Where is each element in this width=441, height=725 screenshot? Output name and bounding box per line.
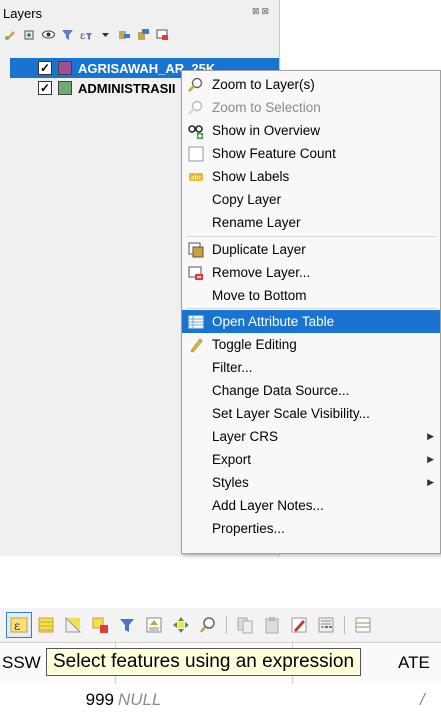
svg-text:ε: ε [80, 31, 85, 41]
field-calculator-button[interactable] [313, 612, 339, 638]
filter-by-expression-icon[interactable]: ε [80, 28, 93, 41]
attribute-table-icon [188, 314, 204, 330]
layer-visibility-checkbox[interactable]: ✓ [38, 61, 52, 75]
toolbar-separator [226, 616, 227, 634]
menu-item-zoom-to-layer[interactable]: Zoom to Layer(s) [182, 73, 440, 96]
remove-layer-icon [188, 265, 204, 281]
toolbar-separator [344, 616, 345, 634]
collapse-all-icon[interactable] [137, 28, 150, 41]
copy-rows-icon [237, 617, 253, 634]
copy-rows-button[interactable] [232, 612, 258, 638]
manage-map-themes-icon[interactable] [42, 28, 55, 41]
menu-item-set-scale-visibility[interactable]: Set Layer Scale Visibility... [182, 402, 440, 425]
pan-to-selection-icon [173, 617, 189, 633]
table-row[interactable]: 999 NULL / [0, 684, 441, 714]
deselect-all-button[interactable] [87, 612, 113, 638]
menu-item-properties[interactable]: Properties... [182, 517, 440, 540]
select-by-expression-button[interactable]: ε [6, 612, 32, 638]
menu-item-zoom-to-selection[interactable]: Zoom to Selection [182, 96, 440, 119]
pan-to-selection-button[interactable] [168, 612, 194, 638]
svg-text:abc: abc [191, 175, 202, 182]
filter-legend-icon[interactable] [61, 28, 74, 41]
menu-item-layer-crs[interactable]: Layer CRS ▶ [182, 425, 440, 448]
select-by-expression-icon: ε [10, 617, 28, 633]
labels-icon: abc [188, 169, 204, 185]
move-selection-top-icon [146, 617, 162, 633]
zoom-layer-icon [188, 77, 204, 93]
layer-context-menu: Zoom to Layer(s) Zoom to Selection Show … [181, 70, 441, 554]
conditional-format-icon [355, 617, 371, 633]
pencil-icon [188, 337, 204, 353]
menu-item-show-feature-count[interactable]: Show Feature Count [182, 142, 440, 165]
menu-item-move-to-bottom[interactable]: Move to Bottom [182, 284, 440, 307]
open-layer-styling-icon[interactable] [4, 28, 17, 41]
filter-select-icon [120, 619, 134, 632]
panel-title: Layers [3, 6, 43, 21]
select-all-button[interactable] [33, 612, 59, 638]
menu-item-remove-layer[interactable]: Remove Layer... [182, 261, 440, 284]
menu-item-open-attribute-table[interactable]: Open Attribute Table [182, 310, 440, 333]
field-calculator-icon [318, 617, 334, 633]
menu-item-filter[interactable]: Filter... [182, 356, 440, 379]
menu-item-add-layer-notes[interactable]: Add Layer Notes... [182, 494, 440, 517]
invert-selection-button[interactable] [60, 612, 86, 638]
menu-item-styles[interactable]: Styles ▶ [182, 471, 440, 494]
zoom-to-selection-button[interactable] [195, 612, 221, 638]
menu-item-toggle-editing[interactable]: Toggle Editing [182, 333, 440, 356]
menu-item-copy-layer[interactable]: Copy Layer [182, 188, 440, 211]
table-cell-null[interactable]: NULL [118, 690, 161, 710]
duplicate-icon [188, 242, 204, 258]
menu-item-show-labels[interactable]: abc Show Labels [182, 165, 440, 188]
menu-separator [186, 236, 436, 237]
menu-item-change-data-source[interactable]: Change Data Source... [182, 379, 440, 402]
move-selection-top-button[interactable] [141, 612, 167, 638]
layer-symbol-swatch [58, 61, 72, 75]
column-header[interactable]: ATE [398, 653, 430, 673]
paste-rows-button[interactable] [259, 612, 285, 638]
new-field-button[interactable] [286, 612, 312, 638]
expand-all-icon[interactable] [118, 28, 131, 41]
menu-item-rename-layer[interactable]: Rename Layer [182, 211, 440, 234]
overview-icon [188, 123, 204, 139]
layer-symbol-swatch [58, 81, 72, 95]
table-cell[interactable]: / [420, 690, 425, 710]
layer-visibility-checkbox[interactable]: ✓ [38, 81, 52, 95]
zoom-to-selection-icon [200, 617, 215, 633]
layers-toolbar: ε [4, 28, 169, 41]
submenu-arrow-icon: ▶ [427, 477, 434, 487]
layer-name: ADMINISTRASII [78, 80, 176, 96]
menu-item-export[interactable]: Export ▶ [182, 448, 440, 471]
checkbox-icon [188, 146, 204, 162]
filter-select-button[interactable] [114, 612, 140, 638]
deselect-all-icon [92, 617, 108, 633]
chevron-down-icon[interactable] [99, 28, 112, 41]
paste-rows-icon [265, 617, 279, 634]
table-cell[interactable]: 999 [86, 690, 114, 710]
tooltip: Select features using an expression [46, 648, 362, 676]
remove-layer-icon[interactable] [156, 28, 169, 41]
menu-item-show-in-overview[interactable]: Show in Overview [182, 119, 440, 142]
svg-text:ε: ε [14, 619, 20, 633]
submenu-arrow-icon: ▶ [427, 454, 434, 464]
submenu-arrow-icon: ▶ [427, 431, 434, 441]
invert-selection-icon [65, 616, 82, 633]
attribute-table-toolbar: ε [0, 608, 441, 642]
zoom-selection-icon [188, 100, 204, 116]
menu-separator [186, 308, 436, 309]
select-all-icon [38, 617, 54, 633]
column-header[interactable]: SSW [2, 653, 41, 673]
conditional-format-button[interactable] [350, 612, 376, 638]
panel-window-controls[interactable]: ⊠⊠ [252, 6, 271, 17]
new-field-icon [291, 617, 307, 633]
menu-item-duplicate-layer[interactable]: Duplicate Layer [182, 238, 440, 261]
add-group-icon[interactable] [23, 28, 36, 41]
